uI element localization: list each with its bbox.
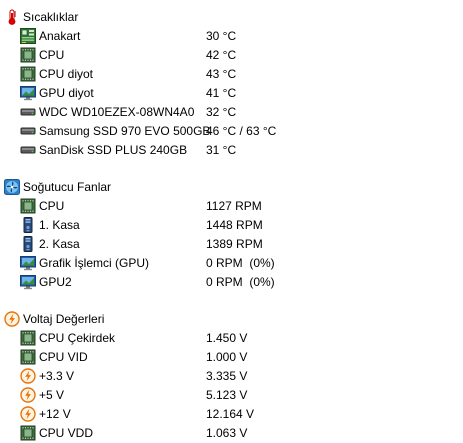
section-header[interactable]: Sıcaklıklar [0,8,463,26]
thermometer-icon [4,9,20,25]
cpu-chip-icon [20,425,36,441]
sensor-value: 5.123 V [206,388,248,402]
cpu-chip-icon [20,349,36,365]
hard-drive-icon [20,142,36,158]
section-header[interactable]: Soğutucu Fanlar [0,178,463,196]
sensor-value: 30 °C [206,29,237,43]
pc-case-icon [20,236,36,252]
sensor-row[interactable]: CPU 1127 RPM [0,197,463,215]
sensor-row[interactable]: +3.3 V 3.335 V [0,367,463,385]
sensor-row[interactable]: 1. Kasa 1448 RPM [0,216,463,234]
section-title: Sıcaklıklar [23,10,79,24]
sensor-value: 1448 RPM [206,218,263,232]
fan-icon [4,179,20,195]
sensor-label: Grafik İşlemci (GPU) [39,256,150,270]
sensor-section-2: Soğutucu Fanlar CPU 1127 RPM 1. Kasa 1448 … [0,178,463,292]
sensor-value: 12.164 V [206,407,255,421]
monitor-icon [20,274,36,290]
sensor-label: GPU diyot [39,86,94,100]
section-header[interactable]: Voltaj Değerleri [0,310,463,328]
voltage-icon [4,311,20,327]
voltage-icon [20,406,36,422]
sensor-row[interactable]: CPU 42 °C [0,46,463,64]
sensor-value: 42 °C [206,48,237,62]
sensor-section-1: Sıcaklıklar Anakart 30 °C CPU 42 °C CPU di… [0,8,463,160]
sensor-value: 1389 RPM [206,237,263,251]
sensor-row[interactable]: WDC WD10EZEX-08WN4A0 32 °C [0,103,463,121]
sensor-value: 31 °C [206,143,237,157]
sensor-row[interactable]: CPU diyot 43 °C [0,65,463,83]
sensor-value: 43 °C [206,67,237,81]
sensor-label: CPU [39,199,65,213]
sensor-label: CPU VDD [39,426,94,440]
sensor-row[interactable]: Anakart 30 °C [0,27,463,45]
sensor-label: CPU diyot [39,67,94,81]
hard-drive-icon [20,123,36,139]
sensor-label: +12 V [39,407,71,421]
sensor-value: 46 °C / 63 °C [206,124,277,138]
sensor-row[interactable]: CPU Çekirdek 1.450 V [0,329,463,347]
sensor-label: SanDisk SSD PLUS 240GB [39,143,188,157]
section-title: Soğutucu Fanlar [23,180,112,194]
sensor-label: +3.3 V [39,369,75,383]
sensor-label: 1. Kasa [39,218,80,232]
sensor-row[interactable]: +12 V 12.164 V [0,405,463,423]
hard-drive-icon [20,104,36,120]
sensor-label: WDC WD10EZEX-08WN4A0 [39,105,195,119]
sensor-value: 1127 RPM [206,199,262,213]
sensor-row[interactable]: +5 V 5.123 V [0,386,463,404]
sensor-value: 1.000 V [206,350,248,364]
sensor-value: 32 °C [206,105,237,119]
cpu-chip-icon [20,47,36,63]
voltage-icon [20,368,36,384]
sensor-label: CPU Çekirdek [39,331,116,345]
sensor-row[interactable]: Samsung SSD 970 EVO 500GB 46 °C / 63 °C [0,122,463,140]
sensor-row[interactable]: 2. Kasa 1389 RPM [0,235,463,253]
sensor-row[interactable]: GPU2 0 RPM (0%) [0,273,463,291]
monitor-icon [20,85,36,101]
sensor-label: GPU2 [39,275,72,289]
sensor-value: 0 RPM (0%) [206,275,275,289]
sensor-section-3: Voltaj Değerleri CPU Çekirdek 1.450 V CPU… [0,310,463,443]
cpu-chip-icon [20,66,36,82]
cpu-chip-icon [20,198,36,214]
sensor-value: 1.063 V [206,426,248,440]
sensor-label: CPU [39,48,65,62]
sensor-value: 3.335 V [206,369,248,383]
sensor-value: 41 °C [206,86,237,100]
sensor-row[interactable]: SanDisk SSD PLUS 240GB 31 °C [0,141,463,159]
sensor-label: 2. Kasa [39,237,80,251]
sensor-value: 0 RPM (0%) [206,256,275,270]
sensor-row[interactable]: CPU VDD 1.063 V [0,424,463,442]
sensor-label: Anakart [39,29,81,43]
sensor-label: CPU VID [39,350,88,364]
section-title: Voltaj Değerleri [23,312,105,326]
sensor-row[interactable]: GPU diyot 41 °C [0,84,463,102]
motherboard-icon [20,28,36,44]
sensor-row[interactable]: CPU VID 1.000 V [0,348,463,366]
pc-case-icon [20,217,36,233]
cpu-chip-icon [20,330,36,346]
sensor-label: +5 V [39,388,65,402]
monitor-icon [20,255,36,271]
voltage-icon [20,387,36,403]
sensor-value: 1.450 V [206,331,248,345]
sensor-row[interactable]: Grafik İşlemci (GPU) 0 RPM (0%) [0,254,463,272]
sensor-label: Samsung SSD 970 EVO 500GB [39,124,211,138]
